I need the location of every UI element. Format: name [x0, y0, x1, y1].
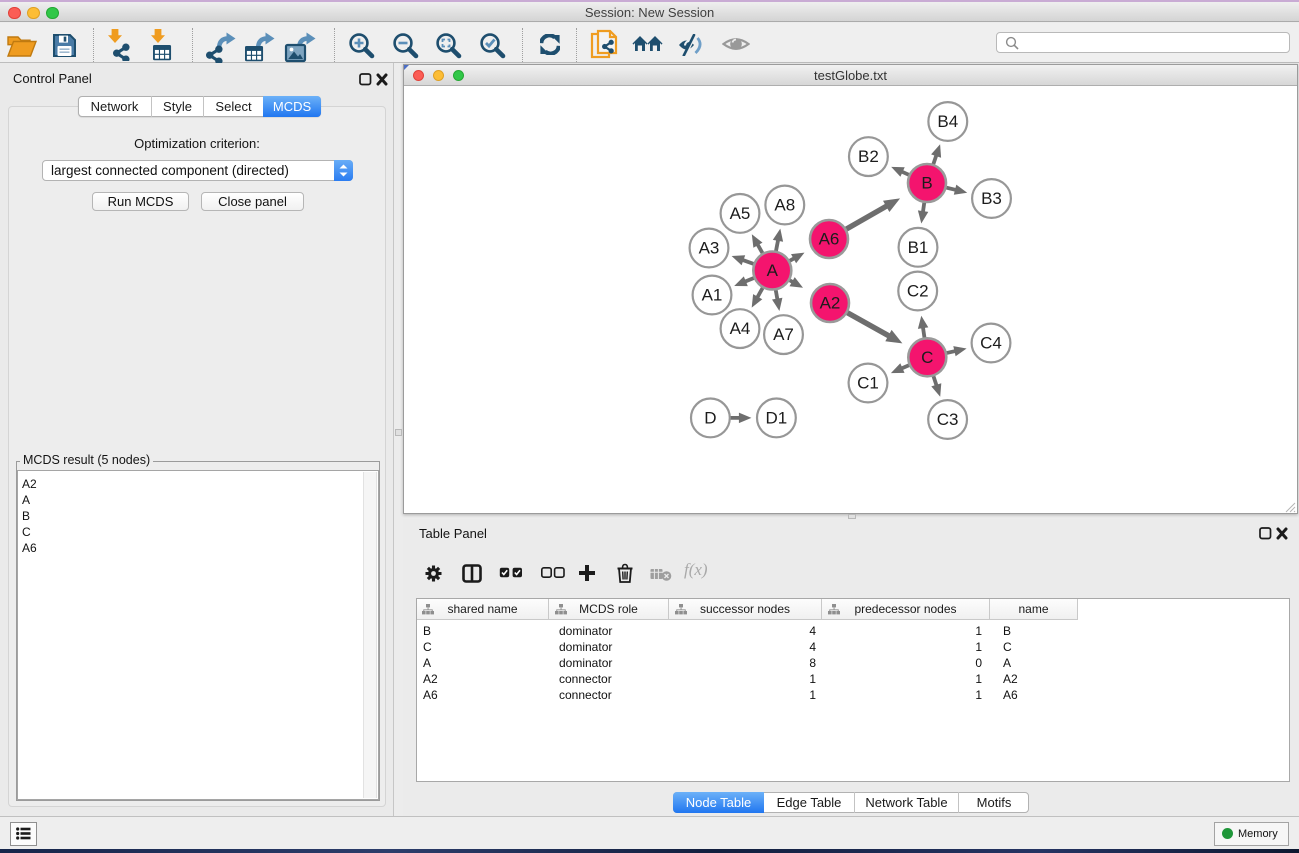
svg-text:A4: A4 — [730, 319, 751, 338]
svg-text:A: A — [767, 261, 779, 280]
svg-text:B: B — [921, 174, 932, 193]
svg-text:B1: B1 — [908, 238, 929, 257]
svg-text:A3: A3 — [699, 239, 720, 258]
svg-text:C2: C2 — [907, 282, 929, 301]
svg-text:D1: D1 — [766, 408, 788, 427]
svg-text:B4: B4 — [937, 112, 958, 131]
svg-text:C1: C1 — [857, 374, 879, 393]
svg-text:B2: B2 — [858, 147, 879, 166]
svg-text:A7: A7 — [773, 325, 794, 344]
svg-text:A1: A1 — [702, 286, 723, 305]
svg-text:D: D — [704, 408, 716, 427]
svg-text:C3: C3 — [937, 410, 959, 429]
svg-text:C4: C4 — [980, 334, 1002, 353]
svg-text:B3: B3 — [981, 189, 1002, 208]
svg-text:A6: A6 — [819, 230, 840, 249]
svg-text:C: C — [921, 348, 933, 367]
svg-text:A5: A5 — [730, 204, 751, 223]
svg-text:A8: A8 — [774, 196, 795, 215]
svg-text:A2: A2 — [820, 294, 841, 313]
